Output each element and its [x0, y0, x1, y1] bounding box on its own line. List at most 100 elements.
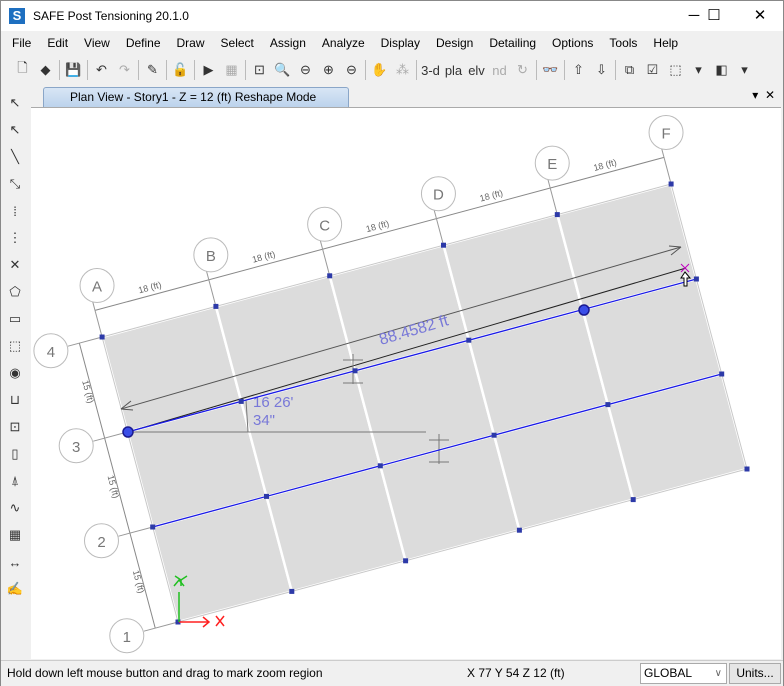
joint-point[interactable]: [403, 558, 409, 564]
zoom-full-icon[interactable]: 🔍: [271, 58, 294, 82]
save-icon[interactable]: 💾: [62, 58, 85, 82]
joint-point[interactable]: [668, 181, 674, 187]
select-pointer-icon[interactable]: ↖: [3, 91, 27, 115]
tendon-node[interactable]: [264, 493, 269, 499]
draw-wall-icon[interactable]: ⋮: [3, 226, 27, 250]
menu-options[interactable]: Options: [544, 32, 601, 54]
object-shrink-icon[interactable]: ⧉: [618, 58, 641, 82]
menu-design[interactable]: Design: [428, 32, 481, 54]
tendon-node[interactable]: [605, 402, 611, 408]
dropdown-icon[interactable]: ▾: [687, 58, 710, 82]
toolbar-separator: [615, 60, 616, 80]
move-up-icon[interactable]: ⇧: [567, 58, 590, 82]
glasses-icon[interactable]: 👓: [539, 58, 562, 82]
extrude-icon[interactable]: ⬚: [664, 58, 687, 82]
reshape-handle[interactable]: [122, 426, 134, 438]
joint-point[interactable]: [516, 527, 522, 533]
tendon-node[interactable]: [352, 368, 358, 374]
tendon-node[interactable]: [466, 337, 472, 343]
joint-point[interactable]: [289, 588, 295, 594]
menu-display[interactable]: Display: [373, 32, 428, 54]
toolbar-separator: [138, 60, 139, 80]
tendon-node[interactable]: [377, 463, 383, 469]
menu-bar: File Edit View Define Draw Select Assign Analyz…: [1, 32, 783, 54]
draw-brace-icon[interactable]: ✕: [3, 253, 27, 277]
draw-column-icon[interactable]: ⁞: [3, 199, 27, 223]
maximize-button[interactable]: ☐: [691, 1, 737, 31]
menu-tools[interactable]: Tools: [601, 32, 645, 54]
joint-point[interactable]: [719, 371, 725, 377]
draw-rebar-icon[interactable]: ▦: [3, 523, 27, 547]
menu-define[interactable]: Define: [118, 32, 169, 54]
plan-view-canvas[interactable]: A 18 (ft) B 18 (ft) C 18 (ft) D 18 (ft) E 18 (ft)…: [31, 107, 781, 659]
draw-rectangle-area-icon[interactable]: ▭: [3, 307, 27, 331]
menu-file[interactable]: File: [4, 32, 39, 54]
new-file-icon[interactable]: 🗋: [11, 58, 34, 82]
joint-point[interactable]: [213, 303, 219, 309]
dropdown-icon[interactable]: ▾: [733, 58, 756, 82]
tab-menu-button[interactable]: ▾: [752, 88, 758, 102]
draw-tendon-icon[interactable]: ⍋: [3, 469, 27, 493]
menu-draw[interactable]: Draw: [169, 32, 213, 54]
draw-column-cap-icon[interactable]: ▯: [3, 442, 27, 466]
run-analysis-icon[interactable]: ▶: [197, 58, 220, 82]
pan-icon[interactable]: ✋: [368, 58, 391, 82]
draw-dimension-icon[interactable]: ↔: [3, 550, 27, 574]
zoom-out-icon[interactable]: ⊖: [340, 58, 363, 82]
menu-select[interactable]: Select: [213, 32, 262, 54]
lock-model-icon[interactable]: ▦: [220, 58, 243, 82]
set-display-options-icon[interactable]: ☑: [641, 58, 664, 82]
zoom-in-icon[interactable]: ⊕: [317, 58, 340, 82]
close-button[interactable]: ✕: [737, 1, 783, 31]
joint-point[interactable]: [150, 524, 156, 530]
joint-point[interactable]: [441, 242, 446, 248]
joint-point[interactable]: [554, 212, 560, 218]
walk-icon[interactable]: ⁂: [391, 58, 414, 82]
redo-icon[interactable]: ↷: [113, 58, 136, 82]
tab-plan-view[interactable]: Plan View - Story1 - Z = 12 (ft) Reshape…: [43, 87, 349, 107]
shading-icon[interactable]: ◧: [710, 58, 733, 82]
draw-tendon-profile-icon[interactable]: ∿: [3, 496, 27, 520]
draw-beam-icon[interactable]: ⤡: [3, 172, 27, 196]
view-plan-icon[interactable]: pla: [442, 58, 465, 82]
move-down-icon[interactable]: ⇩: [590, 58, 613, 82]
joint-point[interactable]: [630, 497, 636, 503]
quick-area-icon[interactable]: ⬚: [3, 334, 27, 358]
draw-design-strip-icon[interactable]: ✍: [3, 577, 27, 601]
reshape-icon[interactable]: ↖: [3, 118, 27, 142]
joint-point[interactable]: [693, 276, 699, 282]
open-file-icon[interactable]: ◆: [34, 58, 57, 82]
rotate-icon[interactable]: ↻: [511, 58, 534, 82]
view-3d-icon[interactable]: 3-d: [419, 58, 442, 82]
menu-assign[interactable]: Assign: [262, 32, 314, 54]
menu-view[interactable]: View: [76, 32, 118, 54]
pencil-icon[interactable]: ✎: [141, 58, 164, 82]
draw-opening-icon[interactable]: ⊔: [3, 388, 27, 412]
lock-icon[interactable]: 🔓: [169, 58, 192, 82]
menu-detailing[interactable]: Detailing: [481, 32, 544, 54]
menu-analyze[interactable]: Analyze: [314, 32, 373, 54]
plan-drawing[interactable]: A 18 (ft)B 18 (ft)C 18 (ft)D 18 (ft)E 18 (ft)…: [31, 108, 781, 660]
menu-edit[interactable]: Edit: [39, 32, 76, 54]
view-elev-icon[interactable]: elv: [465, 58, 488, 82]
joint-point[interactable]: [327, 273, 333, 279]
dimension-extension: [143, 622, 176, 632]
tendon-node[interactable]: [491, 432, 497, 438]
units-button[interactable]: Units...: [729, 663, 781, 684]
draw-polygon-area-icon[interactable]: ⬠: [3, 280, 27, 304]
joint-point[interactable]: [744, 466, 750, 472]
view-tab-row: Plan View - Story1 - Z = 12 (ft) Reshape…: [31, 85, 783, 107]
draw-point-icon[interactable]: ◉: [3, 361, 27, 385]
close-view-button[interactable]: ✕: [765, 88, 775, 102]
zoom-window-icon[interactable]: ⊡: [248, 58, 271, 82]
joint-point[interactable]: [99, 334, 105, 340]
coordinate-system-select[interactable]: GLOBAL ∨: [640, 663, 727, 684]
undo-icon[interactable]: ↶: [90, 58, 113, 82]
draw-line-icon[interactable]: ╲: [3, 145, 27, 169]
view-nd-icon[interactable]: nd: [488, 58, 511, 82]
menu-help[interactable]: Help: [645, 32, 686, 54]
draw-drop-panel-icon[interactable]: ⊡: [3, 415, 27, 439]
zoom-previous-icon[interactable]: ⊖: [294, 58, 317, 82]
tendon-node[interactable]: [238, 398, 244, 404]
reshape-handle[interactable]: [578, 304, 590, 316]
